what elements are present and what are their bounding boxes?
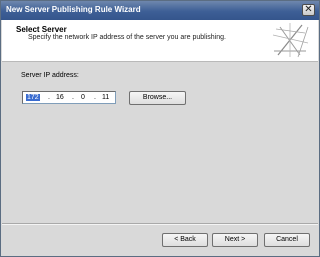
ip-octet-1[interactable]: 172 [26,94,40,101]
window-title: New Server Publishing Rule Wizard [6,5,141,14]
browse-button[interactable]: Browse... [129,91,186,105]
wizard-banner-icon [272,21,309,59]
page-description: Specify the network IP address of the se… [28,34,226,41]
footer-separator [2,223,318,225]
cancel-button[interactable]: Cancel [264,233,310,247]
back-button[interactable]: < Back [162,233,208,247]
wizard-body: Server IP address: 172 . 16 . 0 . 11 Bro… [2,62,318,222]
ip-octet-2[interactable]: 16 [56,94,64,101]
ip-octet-4[interactable]: 11 [102,94,109,101]
ip-separator: . [72,94,74,101]
ip-octet-3[interactable]: 0 [81,94,85,101]
ip-separator: . [48,94,50,101]
server-ip-input[interactable]: 172 . 16 . 0 . 11 [22,91,116,104]
wizard-header: Select Server Specify the network IP add… [2,20,318,62]
close-button[interactable]: ✕ [302,4,315,16]
close-icon: ✕ [304,4,313,15]
title-bar[interactable]: New Server Publishing Rule Wizard ✕ [1,1,319,20]
ip-separator: . [94,94,96,101]
wizard-window: New Server Publishing Rule Wizard ✕ Sele… [0,0,320,257]
page-title: Select Server [16,25,67,34]
server-ip-label: Server IP address: [21,72,79,79]
next-button[interactable]: Next > [212,233,258,247]
